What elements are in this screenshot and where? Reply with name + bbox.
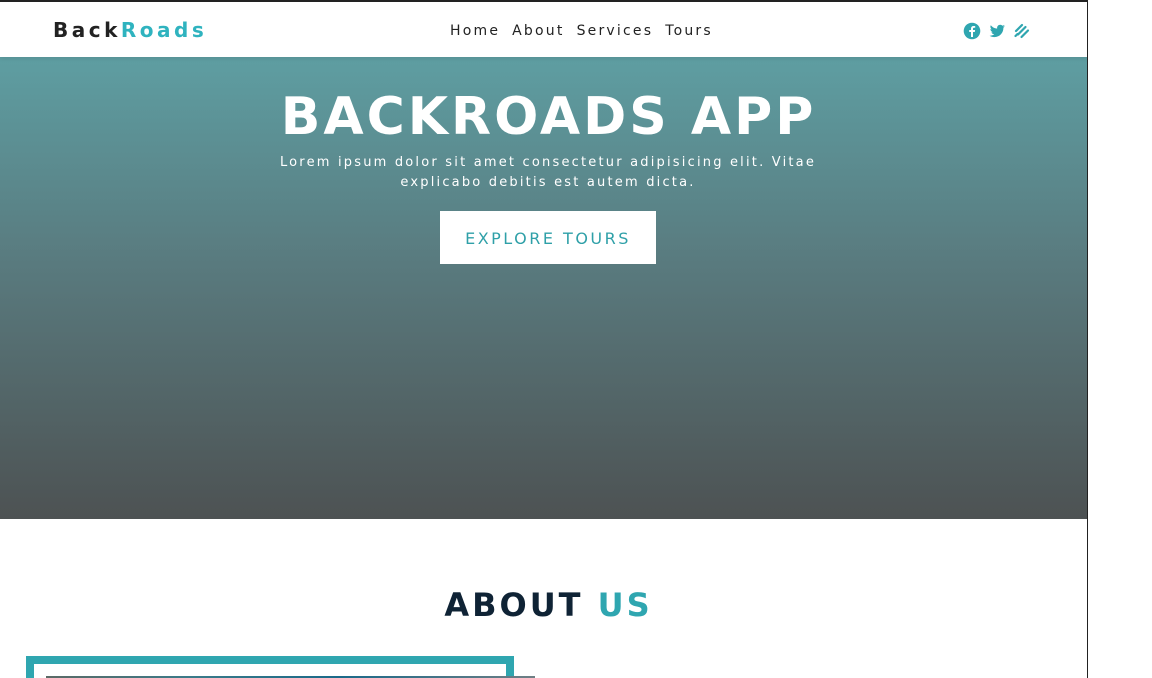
explore-tours-button[interactable]: EXPLORE TOURS: [440, 211, 656, 264]
nav-link-services[interactable]: Services: [577, 22, 654, 40]
logo-roads: Roads: [120, 18, 208, 42]
squarespace-icon[interactable]: [1013, 22, 1031, 40]
nav-links: Home About Services Tours: [450, 22, 713, 40]
twitter-icon[interactable]: [988, 22, 1006, 40]
hero-section: BACKROADS APP Lorem ipsum dolor sit amet…: [0, 57, 1087, 519]
social-links: [963, 22, 1031, 40]
hero-text: Lorem ipsum dolor sit amet consectetur a…: [279, 155, 817, 190]
about-title-accent: US: [597, 586, 653, 624]
nav-link-about[interactable]: About: [512, 22, 564, 40]
facebook-icon[interactable]: [963, 22, 981, 40]
hero-title: BACKROADS APP: [280, 87, 817, 147]
logo[interactable]: BackRoads: [53, 18, 207, 42]
nav-link-home[interactable]: Home: [450, 22, 500, 40]
nav-link-tours[interactable]: Tours: [665, 22, 713, 40]
about-title-main: ABOUT: [444, 586, 584, 624]
about-title: ABOUT US: [0, 585, 1087, 625]
page: BackRoads Home About Services Tours BACK…: [0, 0, 1088, 678]
navbar: BackRoads Home About Services Tours: [0, 0, 1087, 57]
logo-back: Back: [53, 18, 121, 42]
about-image-frame: [26, 656, 514, 678]
